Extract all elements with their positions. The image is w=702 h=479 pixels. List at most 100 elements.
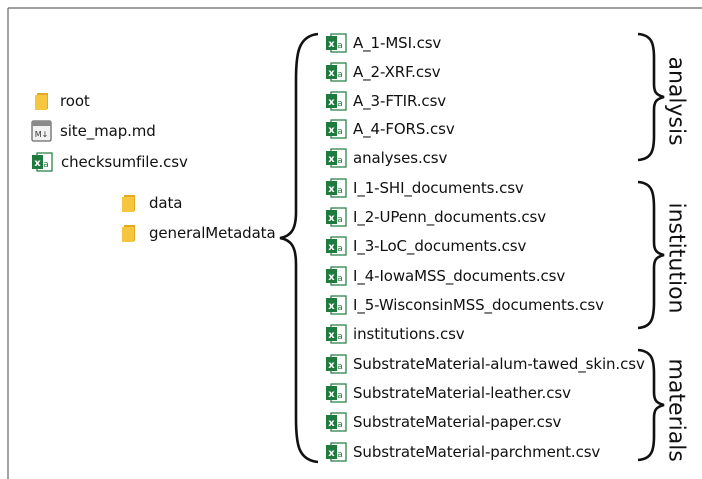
site-map-label: site_map.md: [60, 122, 156, 140]
file-row[interactable]: ax SubstrateMaterial-parchment.csv: [325, 440, 600, 464]
root-folder[interactable]: root: [33, 89, 90, 113]
markdown-file-icon: M↓: [31, 120, 52, 142]
svg-text:x: x: [328, 272, 335, 283]
svg-text:x: x: [328, 418, 335, 429]
excel-csv-icon: ax: [325, 32, 347, 54]
svg-text:a: a: [337, 186, 343, 196]
checksum-label: checksumfile.csv: [61, 153, 188, 171]
svg-text:a: a: [337, 303, 343, 313]
file-row[interactable]: ax I_2-UPenn_documents.csv: [325, 205, 546, 229]
svg-text:a: a: [337, 362, 343, 372]
svg-text:x: x: [328, 242, 335, 253]
excel-csv-icon: ax: [325, 118, 347, 140]
group-label-materials: materials: [663, 358, 689, 462]
svg-text:a: a: [337, 391, 343, 401]
excel-csv-icon: ax: [325, 235, 347, 257]
checksum-file[interactable]: ax checksumfile.csv: [31, 150, 188, 174]
svg-text:x: x: [328, 68, 335, 79]
svg-text:a: a: [337, 41, 343, 51]
excel-csv-icon: ax: [325, 323, 347, 345]
file-name: A_1-MSI.csv: [353, 34, 442, 52]
svg-text:a: a: [337, 274, 343, 284]
data-folder[interactable]: data: [120, 191, 182, 215]
analysis-brace: [637, 32, 665, 162]
file-name: SubstrateMaterial-paper.csv: [353, 413, 562, 431]
file-row[interactable]: ax SubstrateMaterial-alum-tawed_skin.csv: [325, 352, 645, 376]
svg-text:a: a: [337, 332, 343, 342]
file-row[interactable]: ax A_2-XRF.csv: [325, 60, 441, 84]
file-row[interactable]: ax SubstrateMaterial-leather.csv: [325, 381, 571, 405]
file-name: A_4-FORS.csv: [353, 120, 455, 138]
svg-text:x: x: [328, 125, 335, 136]
file-structure-diagram: root M↓ site_map.md ax checksumfile.csv …: [0, 0, 702, 479]
main-brace: [279, 32, 319, 464]
svg-text:x: x: [328, 301, 335, 312]
svg-text:x: x: [328, 213, 335, 224]
file-name: analyses.csv: [353, 149, 448, 167]
file-name: SubstrateMaterial-parchment.csv: [353, 443, 601, 461]
file-row[interactable]: ax I_5-WisconsinMSS_documents.csv: [325, 293, 604, 317]
svg-text:a: a: [337, 215, 343, 225]
svg-text:a: a: [337, 99, 343, 109]
excel-csv-icon: ax: [325, 382, 347, 404]
file-row[interactable]: ax I_4-IowaMSS_documents.csv: [325, 264, 565, 288]
general-metadata-folder[interactable]: generalMetadata: [120, 221, 276, 245]
folder-icon: [120, 193, 138, 213]
excel-csv-icon: ax: [31, 151, 53, 173]
svg-text:x: x: [328, 184, 335, 195]
excel-csv-icon: ax: [325, 294, 347, 316]
file-name: I_3-LoC_documents.csv: [353, 237, 527, 255]
excel-csv-icon: ax: [325, 441, 347, 463]
file-name: SubstrateMaterial-alum-tawed_skin.csv: [353, 355, 645, 373]
file-row[interactable]: ax I_1-SHI_documents.csv: [325, 176, 524, 200]
svg-text:M↓: M↓: [35, 130, 49, 139]
file-name: I_5-WisconsinMSS_documents.csv: [353, 296, 604, 314]
svg-text:x: x: [328, 448, 335, 459]
svg-text:x: x: [328, 39, 335, 50]
file-name: I_4-IowaMSS_documents.csv: [353, 267, 566, 285]
svg-text:a: a: [337, 70, 343, 80]
excel-csv-icon: ax: [325, 177, 347, 199]
group-label-analysis: analysis: [663, 56, 689, 146]
root-label: root: [60, 92, 90, 110]
file-name: SubstrateMaterial-leather.csv: [353, 384, 571, 402]
file-name: I_2-UPenn_documents.csv: [353, 208, 547, 226]
svg-text:a: a: [337, 244, 343, 254]
file-row[interactable]: ax A_3-FTIR.csv: [325, 89, 446, 113]
file-name: A_2-XRF.csv: [353, 63, 441, 81]
svg-text:a: a: [337, 127, 343, 137]
data-label: data: [149, 194, 183, 212]
svg-text:x: x: [328, 389, 335, 400]
folder-icon: [33, 91, 51, 111]
site-map-file[interactable]: M↓ site_map.md: [31, 119, 156, 143]
group-label-institution: institution: [663, 202, 689, 314]
excel-csv-icon: ax: [325, 265, 347, 287]
svg-text:x: x: [328, 360, 335, 371]
file-name: A_3-FTIR.csv: [353, 92, 447, 110]
excel-csv-icon: ax: [325, 353, 347, 375]
folder-icon: [120, 223, 138, 243]
svg-text:a: a: [43, 160, 49, 170]
svg-text:a: a: [337, 420, 343, 430]
file-row[interactable]: ax analyses.csv: [325, 146, 447, 170]
excel-csv-icon: ax: [325, 411, 347, 433]
institution-brace: [637, 180, 665, 330]
svg-text:x: x: [328, 154, 335, 165]
general-metadata-label: generalMetadata: [149, 224, 276, 242]
svg-text:a: a: [337, 156, 343, 166]
file-row[interactable]: ax SubstrateMaterial-paper.csv: [325, 410, 561, 434]
svg-text:x: x: [34, 158, 41, 169]
excel-csv-icon: ax: [325, 90, 347, 112]
file-name: I_1-SHI_documents.csv: [353, 179, 524, 197]
svg-text:a: a: [337, 450, 343, 460]
file-row[interactable]: ax I_3-LoC_documents.csv: [325, 234, 526, 258]
svg-text:x: x: [328, 97, 335, 108]
svg-text:x: x: [328, 330, 335, 341]
excel-csv-icon: ax: [325, 147, 347, 169]
excel-csv-icon: ax: [325, 61, 347, 83]
file-row[interactable]: ax institutions.csv: [325, 322, 465, 346]
file-row[interactable]: ax A_4-FORS.csv: [325, 117, 455, 141]
file-row[interactable]: ax A_1-MSI.csv: [325, 31, 441, 55]
file-name: institutions.csv: [353, 325, 465, 343]
excel-csv-icon: ax: [325, 206, 347, 228]
